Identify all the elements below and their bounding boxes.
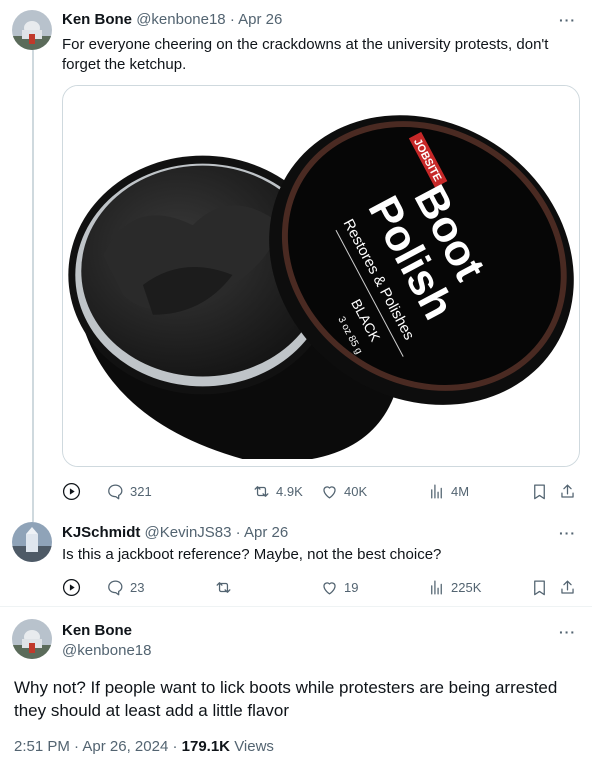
tweet-image[interactable]: JOBSITE Boot Polish Restores & Polishes … bbox=[62, 85, 580, 467]
share-button[interactable] bbox=[558, 575, 577, 599]
avatar[interactable] bbox=[12, 10, 52, 50]
like-count: 19 bbox=[344, 579, 359, 595]
views-icon bbox=[431, 580, 442, 594]
separator-dot: · bbox=[74, 738, 80, 755]
views-button[interactable]: 225K bbox=[427, 575, 481, 599]
heart-icon bbox=[323, 485, 336, 498]
tweet-timestamp-footer: 2:51 PM · Apr 26, 2024 · 179.1K Views bbox=[14, 738, 274, 755]
reply-count: 23 bbox=[130, 579, 145, 595]
share-button[interactable] bbox=[558, 479, 577, 503]
reply-icon bbox=[108, 484, 123, 499]
views-icon bbox=[431, 484, 442, 498]
tweet-text-line: forget the ketchup. bbox=[62, 56, 187, 73]
like-count: 40K bbox=[344, 483, 368, 499]
tweet-actions: 321 4.9K 40K 4M bbox=[62, 479, 584, 503]
author-name[interactable]: Ken Bone bbox=[62, 622, 132, 639]
reply-icon bbox=[108, 580, 123, 595]
repost-icon bbox=[254, 485, 269, 497]
post-date[interactable]: Apr 26 bbox=[244, 524, 288, 541]
views-count: 4M bbox=[451, 483, 470, 499]
like-button[interactable]: 40K bbox=[320, 479, 367, 503]
tweet-actions: 23 19 225K bbox=[62, 575, 584, 599]
author-handle[interactable]: @KevinJS83 bbox=[145, 524, 232, 541]
avatar[interactable] bbox=[12, 619, 52, 659]
views-button[interactable]: 4M bbox=[427, 479, 469, 503]
more-options-button[interactable]: ··· bbox=[559, 624, 576, 640]
thread-connector-line bbox=[32, 50, 34, 522]
tweet-text: Is this a jackboot reference? Maybe, not… bbox=[62, 546, 442, 563]
views-label: Views bbox=[234, 738, 274, 755]
repost-count: 4.9K bbox=[276, 483, 303, 499]
separator-dot: · bbox=[172, 738, 178, 755]
tweet-header: KJSchmidt @KevinJS83 · Apr 26 bbox=[62, 524, 288, 541]
repost-icon bbox=[216, 581, 231, 593]
author-name[interactable]: KJSchmidt bbox=[62, 524, 140, 541]
tweet-text-line: For everyone cheering on the crackdowns … bbox=[62, 36, 549, 53]
heart-icon bbox=[323, 581, 336, 594]
post-date[interactable]: Apr 26 bbox=[238, 11, 282, 28]
like-button[interactable]: 19 bbox=[320, 575, 358, 599]
main-tweet-text: Why not? If people want to lick boots wh… bbox=[14, 676, 584, 722]
separator-dot: · bbox=[235, 524, 241, 541]
share-icon bbox=[561, 484, 574, 498]
bookmark-icon bbox=[534, 580, 545, 595]
more-options-button[interactable]: ··· bbox=[559, 12, 576, 28]
tweet-header: Ken Bone @kenbone18 · Apr 26 bbox=[62, 11, 282, 28]
views-count: 179.1K bbox=[181, 738, 231, 755]
reply-button[interactable]: 321 bbox=[106, 479, 152, 503]
bookmark-button[interactable] bbox=[530, 479, 549, 503]
divider bbox=[0, 606, 592, 607]
post-date[interactable]: Apr 26, 2024 bbox=[82, 738, 168, 755]
reply-button[interactable]: 23 bbox=[106, 575, 144, 599]
bookmark-button[interactable] bbox=[530, 575, 549, 599]
author-name[interactable]: Ken Bone bbox=[62, 11, 132, 28]
views-count: 225K bbox=[451, 579, 482, 595]
reply-count: 321 bbox=[130, 483, 152, 499]
tweet-text-line: they should at least add a little flavor bbox=[14, 701, 289, 720]
share-icon bbox=[561, 580, 574, 594]
tweet-text: For everyone cheering on the crackdowns … bbox=[62, 35, 582, 75]
author-handle[interactable]: @kenbone18 bbox=[62, 642, 151, 659]
post-time[interactable]: 2:51 PM bbox=[14, 738, 70, 755]
more-options-button[interactable]: ··· bbox=[559, 525, 576, 541]
repost-button[interactable] bbox=[214, 575, 233, 599]
tweet-text-line: Why not? If people want to lick boots wh… bbox=[14, 678, 558, 697]
author-handle[interactable]: @kenbone18 bbox=[136, 11, 225, 28]
repost-button[interactable]: 4.9K bbox=[252, 479, 303, 503]
play-button[interactable] bbox=[62, 479, 86, 503]
separator-dot: · bbox=[229, 11, 235, 28]
bookmark-icon bbox=[534, 484, 545, 499]
play-button[interactable] bbox=[62, 575, 86, 599]
avatar[interactable] bbox=[12, 522, 52, 562]
